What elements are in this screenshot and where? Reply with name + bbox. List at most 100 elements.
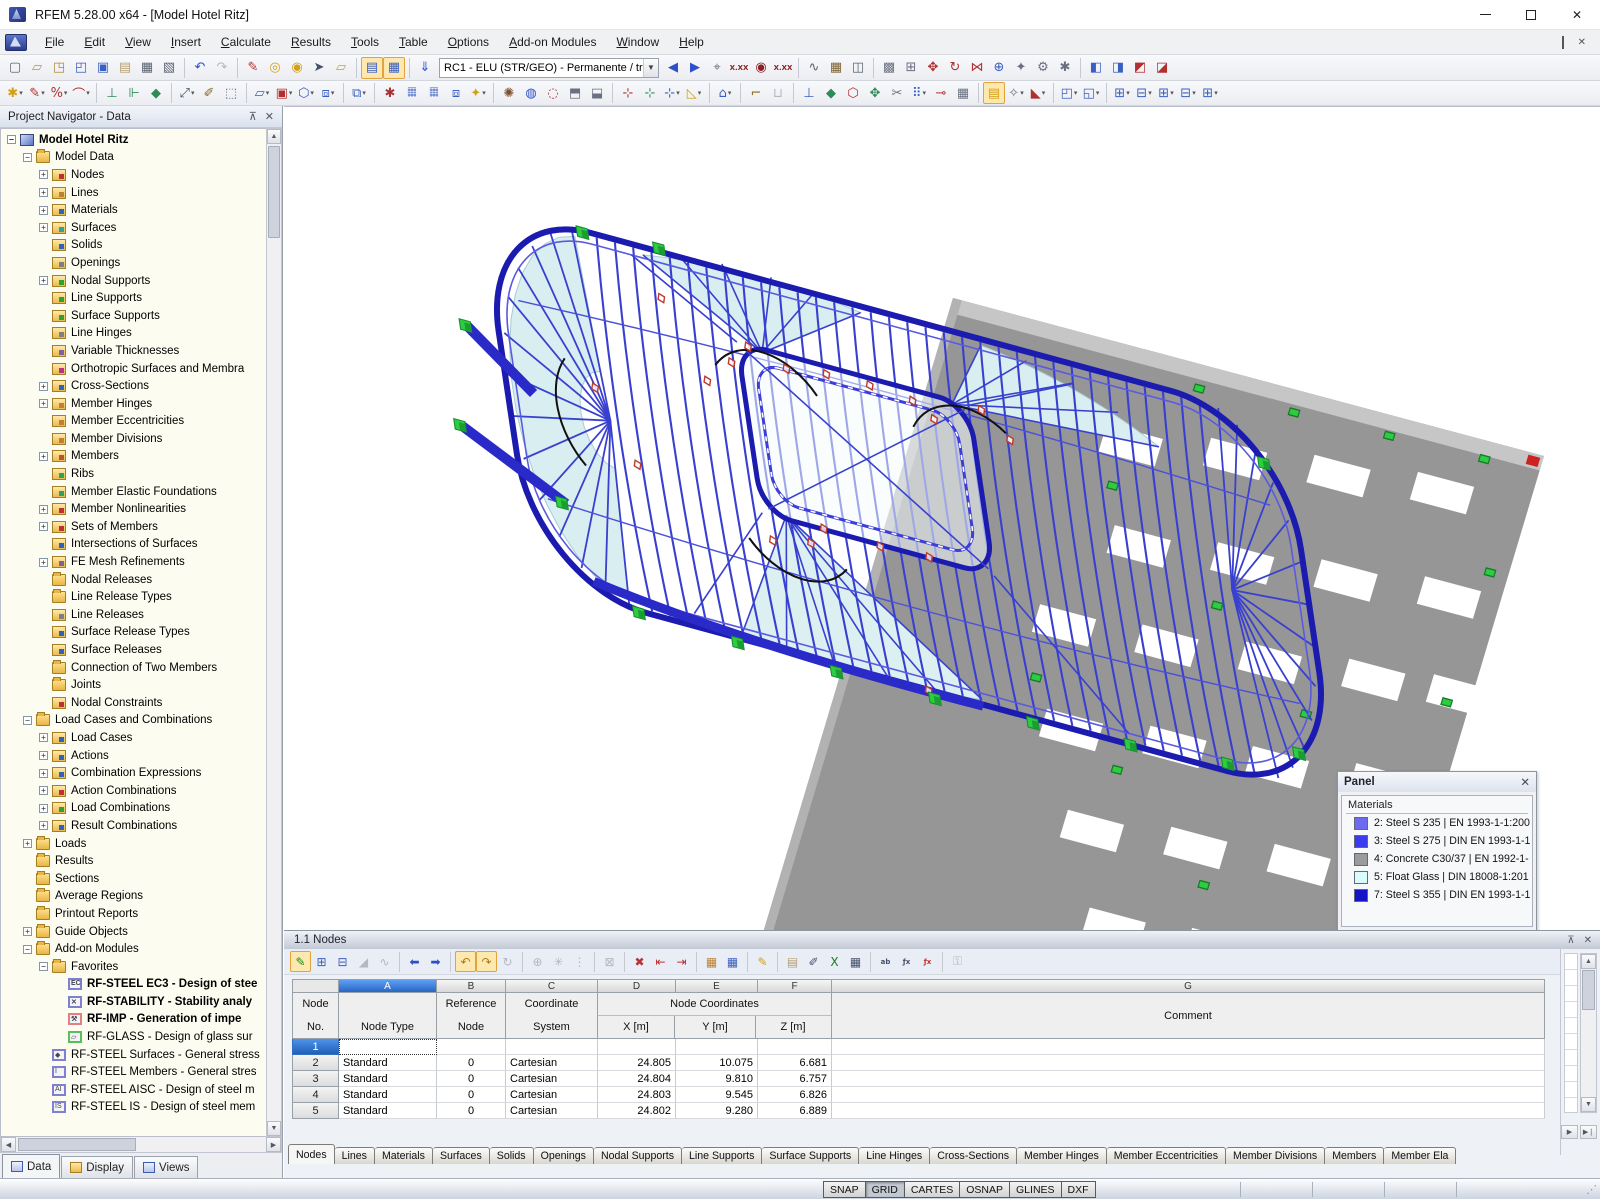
prev-case-icon[interactable]: ◀ xyxy=(662,57,684,79)
delete-col-icon[interactable]: ⇤ xyxy=(650,951,671,972)
three-icon[interactable]: ⋮ xyxy=(569,951,590,972)
menu-item-calculate[interactable]: Calculate xyxy=(211,31,281,53)
status-toggle-dxf[interactable]: DXF xyxy=(1061,1181,1096,1198)
table-cell[interactable]: 5 xyxy=(292,1103,339,1119)
tree-expander-icon[interactable]: + xyxy=(39,188,48,197)
comment-xx-icon[interactable]: ✐ xyxy=(198,82,220,104)
tab-scroll-last-icon[interactable]: ▶❘ xyxy=(1580,1125,1597,1139)
close-icon[interactable]: ✕ xyxy=(265,110,274,123)
measure-icon[interactable]: ∿ xyxy=(803,57,825,79)
menu-item-window[interactable]: Window xyxy=(606,31,669,53)
mesh-settings-icon[interactable]: ⊞ xyxy=(900,57,922,79)
edit-cell-icon[interactable]: ✎ xyxy=(752,951,773,972)
table-cell[interactable] xyxy=(832,1071,1545,1087)
column-header[interactable]: No. xyxy=(293,1016,338,1039)
perspective-view-icon[interactable]: ⬓ xyxy=(586,82,608,104)
redo-icon[interactable]: ↷ xyxy=(211,57,233,79)
add-icon[interactable]: ⊕ xyxy=(527,951,548,972)
generate-lines-icon[interactable]: 𝄜 xyxy=(401,82,423,104)
tree-item-rf-imp-generation-of-impe[interactable]: ⚒RF-IMP - Generation of impe xyxy=(1,1011,266,1029)
chart-icon[interactable]: ◢ xyxy=(353,951,374,972)
table-cell[interactable]: 24.803 xyxy=(598,1087,676,1103)
tree-expander-icon[interactable]: + xyxy=(39,751,48,760)
tree-item-line-release-types[interactable]: Line Release Types xyxy=(1,588,266,606)
scroll-up-icon[interactable]: ▲ xyxy=(267,129,281,144)
results-section-icon[interactable]: ✂ xyxy=(886,82,908,104)
results-values-icon[interactable]: ✥ xyxy=(864,82,886,104)
tree-expander-icon[interactable]: + xyxy=(39,769,48,778)
work-plane-icon[interactable]: ◺▾ xyxy=(683,82,705,104)
calculator-icon[interactable]: ▦ xyxy=(845,951,866,972)
table-cell[interactable]: Cartesian xyxy=(506,1103,598,1119)
table-cell[interactable]: Standard xyxy=(339,1055,437,1071)
preset-2-icon[interactable]: ⊟▾ xyxy=(1133,82,1155,104)
maximize-button[interactable] xyxy=(1508,0,1554,30)
insert-row-icon[interactable]: ⊞ xyxy=(311,951,332,972)
visibility-2-icon[interactable]: ◱▾ xyxy=(1080,82,1102,104)
scroll-down-icon[interactable]: ▼ xyxy=(267,1121,281,1136)
tree-item-surfaces[interactable]: +Surfaces xyxy=(1,219,266,237)
table-cell[interactable]: 24.805 xyxy=(598,1055,676,1071)
close-icon[interactable]: ✕ xyxy=(1520,775,1530,789)
table-row[interactable]: 1 xyxy=(292,1039,1545,1055)
tree-item-member-hinges[interactable]: +Member Hinges xyxy=(1,395,266,413)
tree-item-combination-expressions[interactable]: +Combination Expressions xyxy=(1,764,266,782)
table-blue-icon[interactable]: ▦ xyxy=(722,951,743,972)
selection-box-icon[interactable]: ⬚ xyxy=(220,82,242,104)
menu-item-edit[interactable]: Edit xyxy=(74,31,115,53)
values-xxx-icon[interactable]: X.XX xyxy=(728,57,750,79)
member-table-icon[interactable]: ⊩ xyxy=(123,82,145,104)
column-header[interactable]: Node xyxy=(437,1016,505,1039)
table-layout-icon[interactable]: ▦ xyxy=(383,57,405,79)
snap-center-icon[interactable]: ◉ xyxy=(286,57,308,79)
mdi-restore-button[interactable] xyxy=(1562,37,1564,48)
tree-item-sections[interactable]: Sections xyxy=(1,870,266,888)
snap-target-icon[interactable]: ◎ xyxy=(264,57,286,79)
tree-item-rf-steel-is-design-of-steel-mem[interactable]: ISRF-STEEL IS - Design of steel mem xyxy=(1,1099,266,1117)
color-scale-icon[interactable]: ◣▾ xyxy=(1027,82,1049,104)
delete-row-icon[interactable]: ⇥ xyxy=(671,951,692,972)
tree-expander-icon[interactable]: + xyxy=(39,786,48,795)
show-results-icon[interactable]: ◉ xyxy=(750,57,772,79)
tree-item-member-divisions[interactable]: Member Divisions xyxy=(1,430,266,448)
table-cell[interactable]: 0 xyxy=(437,1055,506,1071)
view-2-icon[interactable]: ◨ xyxy=(1107,57,1129,79)
nodes-table[interactable]: ABCDEFGNodeNo.Node TypeReferenceNodeCoor… xyxy=(292,979,1545,1119)
material-legend-item[interactable]: 5: Float Glass | DIN 18008-1:201 xyxy=(1346,868,1528,886)
table-row[interactable]: 3Standard0Cartesian24.8049.8106.757 xyxy=(292,1071,1545,1087)
tree-item-member-elastic-foundations[interactable]: Member Elastic Foundations xyxy=(1,483,266,501)
table-tab-nodes[interactable]: Nodes xyxy=(288,1144,335,1164)
scale-object-icon[interactable]: ✦ xyxy=(1010,57,1032,79)
pin-icon[interactable]: ⊼ xyxy=(1567,935,1574,946)
tree-item-action-combinations[interactable]: +Action Combinations xyxy=(1,782,266,800)
guide-line-icon[interactable]: ⌐ xyxy=(745,82,767,104)
tree-expander-icon[interactable]: − xyxy=(23,716,32,725)
table-cell[interactable]: 0 xyxy=(437,1071,506,1087)
scroll-right-icon[interactable]: ▶ xyxy=(266,1137,281,1152)
new-icon[interactable]: ▢ xyxy=(4,57,26,79)
solid-tool-icon[interactable]: ⬡▾ xyxy=(295,82,317,104)
table-tab-nodal-supports[interactable]: Nodal Supports xyxy=(594,1147,682,1164)
generate-nodes-icon[interactable]: ✱ xyxy=(379,82,401,104)
block-tool-icon[interactable]: ⧈▾ xyxy=(317,82,339,104)
tree-item-openings[interactable]: Openings xyxy=(1,254,266,272)
tree-item-line-hinges[interactable]: Line Hinges xyxy=(1,325,266,343)
tree-item-surface-supports[interactable]: Surface Supports xyxy=(1,307,266,325)
tree-item-printout-reports[interactable]: Printout Reports xyxy=(1,905,266,923)
table-cell[interactable] xyxy=(832,1039,1545,1055)
tree-expander-icon[interactable]: + xyxy=(39,206,48,215)
table-cell[interactable]: 9.810 xyxy=(676,1071,758,1087)
insert-below-icon[interactable]: ⊟ xyxy=(332,951,353,972)
tree-item-load-cases[interactable]: +Load Cases xyxy=(1,729,266,747)
tree-item-rf-glass-design-of-glass-sur[interactable]: ▱RF-GLASS - Design of glass sur xyxy=(1,1028,266,1046)
surface-tool-icon[interactable]: ▱▾ xyxy=(251,82,273,104)
scroll-down-icon[interactable]: ▼ xyxy=(1581,1097,1596,1112)
tree-expander-icon[interactable]: + xyxy=(39,170,48,179)
tree-item-load-combinations[interactable]: +Load Combinations xyxy=(1,800,266,818)
table-cell[interactable]: Cartesian xyxy=(506,1055,598,1071)
tree-expander-icon[interactable]: + xyxy=(23,927,32,936)
table-cell[interactable] xyxy=(598,1039,676,1055)
tree-item-nodal-releases[interactable]: Nodal Releases xyxy=(1,571,266,589)
tree-item-orthotropic-surfaces-and-membra[interactable]: Orthotropic Surfaces and Membra xyxy=(1,360,266,378)
tree-item-rf-steel-ec3-design-of-stee[interactable]: ECRF-STEEL EC3 - Design of stee xyxy=(1,976,266,994)
